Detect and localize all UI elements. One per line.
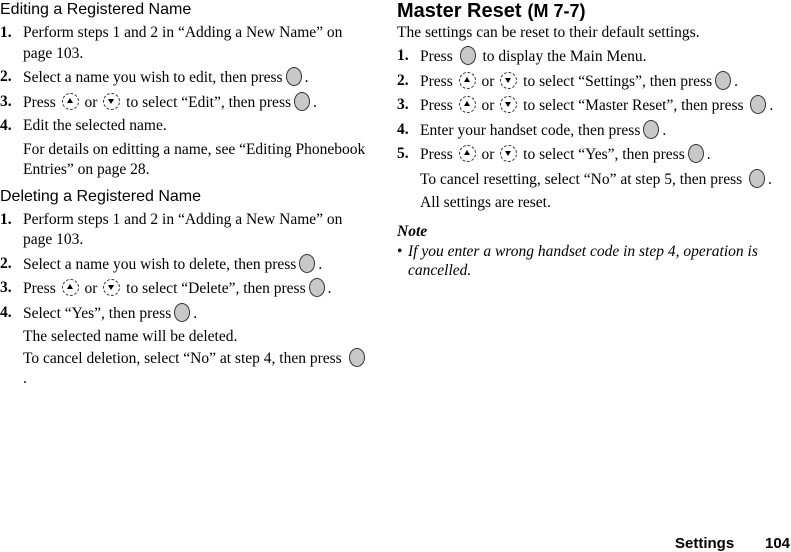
step-item: 3. Press or to select “Edit”, then press.	[0, 91, 317, 111]
center-key-icon	[749, 168, 766, 188]
step-item: 2. Press or to select “Settings”, then pr…	[397, 70, 738, 90]
nav-down-icon	[500, 145, 518, 162]
nav-up-icon	[61, 92, 79, 110]
nav-down-icon	[103, 92, 121, 110]
nav-down-icon	[500, 71, 518, 89]
center-key-icon	[715, 70, 732, 90]
note-title: Note	[397, 222, 428, 240]
editing-section: Editing a Registered Name 1. Perform step…	[0, 0, 370, 181]
center-key-icon	[174, 302, 191, 322]
center-key-icon	[459, 46, 476, 65]
footer-section-name: Settings	[675, 535, 735, 552]
step-item: 1. Perform steps 1 and 2 in “Adding a New…	[0, 210, 343, 249]
step-item: 2. Select a name you wish to delete, then…	[0, 253, 323, 273]
note-item: • If you enter a wrong handset code in st…	[397, 242, 758, 279]
step-item: 4. Enter your handset code, then press.	[397, 119, 667, 139]
editing-steps: 1. Perform steps 1 and 2 in “Adding a New…	[0, 23, 370, 181]
center-key-icon	[308, 278, 325, 297]
nav-up-icon	[458, 71, 476, 89]
note-block: Note • If you enter a wrong handset code …	[397, 222, 777, 280]
center-key-icon	[348, 347, 365, 367]
step-item: 1. Perform steps 1 and 2 in “Adding a New…	[0, 24, 343, 62]
center-key-icon	[299, 253, 316, 273]
step-item: 1. Press to display the Main Menu.	[397, 46, 647, 65]
step-item: 4. Select “Yes”, then press. The selected…	[0, 302, 370, 390]
master-reset-heading: Master Reset (M 7-7)	[397, 0, 586, 22]
step-item: 2. Select a name you wish to edit, then p…	[0, 67, 309, 86]
nav-up-icon	[61, 279, 79, 296]
footer-page-number: 104	[765, 535, 791, 552]
step-item: 5. Press or to select “Yes”, then press. …	[397, 144, 772, 211]
center-key-icon	[285, 67, 302, 86]
center-key-icon	[687, 144, 704, 163]
nav-down-icon	[500, 96, 518, 113]
editing-heading: Editing a Registered Name	[0, 1, 192, 18]
nav-up-icon	[458, 96, 476, 113]
menu-code: (M 7-7)	[527, 1, 586, 21]
intro-text: The settings can be reset to their defau…	[397, 24, 700, 41]
step-item: 3. Press or to select “Master Reset”, the…	[397, 95, 774, 114]
deleting-heading: Deleting a Registered Name	[0, 187, 201, 205]
step-item: 3. Press or to select “Delete”, then pres…	[0, 278, 332, 297]
nav-down-icon	[103, 279, 121, 296]
deleting-steps: 1. Perform steps 1 and 2 in “Adding a New…	[0, 210, 370, 390]
master-reset-steps: 1. Press to display the Main Menu. 2. Pres…	[397, 46, 777, 214]
right-column: Master Reset (M 7-7) The settings can be …	[397, 0, 777, 280]
center-key-icon	[643, 119, 660, 139]
center-key-icon	[294, 91, 311, 111]
nav-up-icon	[458, 145, 476, 162]
left-column: Editing a Registered Name 1. Perform step…	[0, 0, 370, 393]
deleting-section: Deleting a Registered Name 1. Perform ste…	[0, 187, 370, 390]
step-item: 4. Edit the selected name. For details on …	[0, 117, 366, 178]
center-key-icon	[750, 95, 767, 114]
